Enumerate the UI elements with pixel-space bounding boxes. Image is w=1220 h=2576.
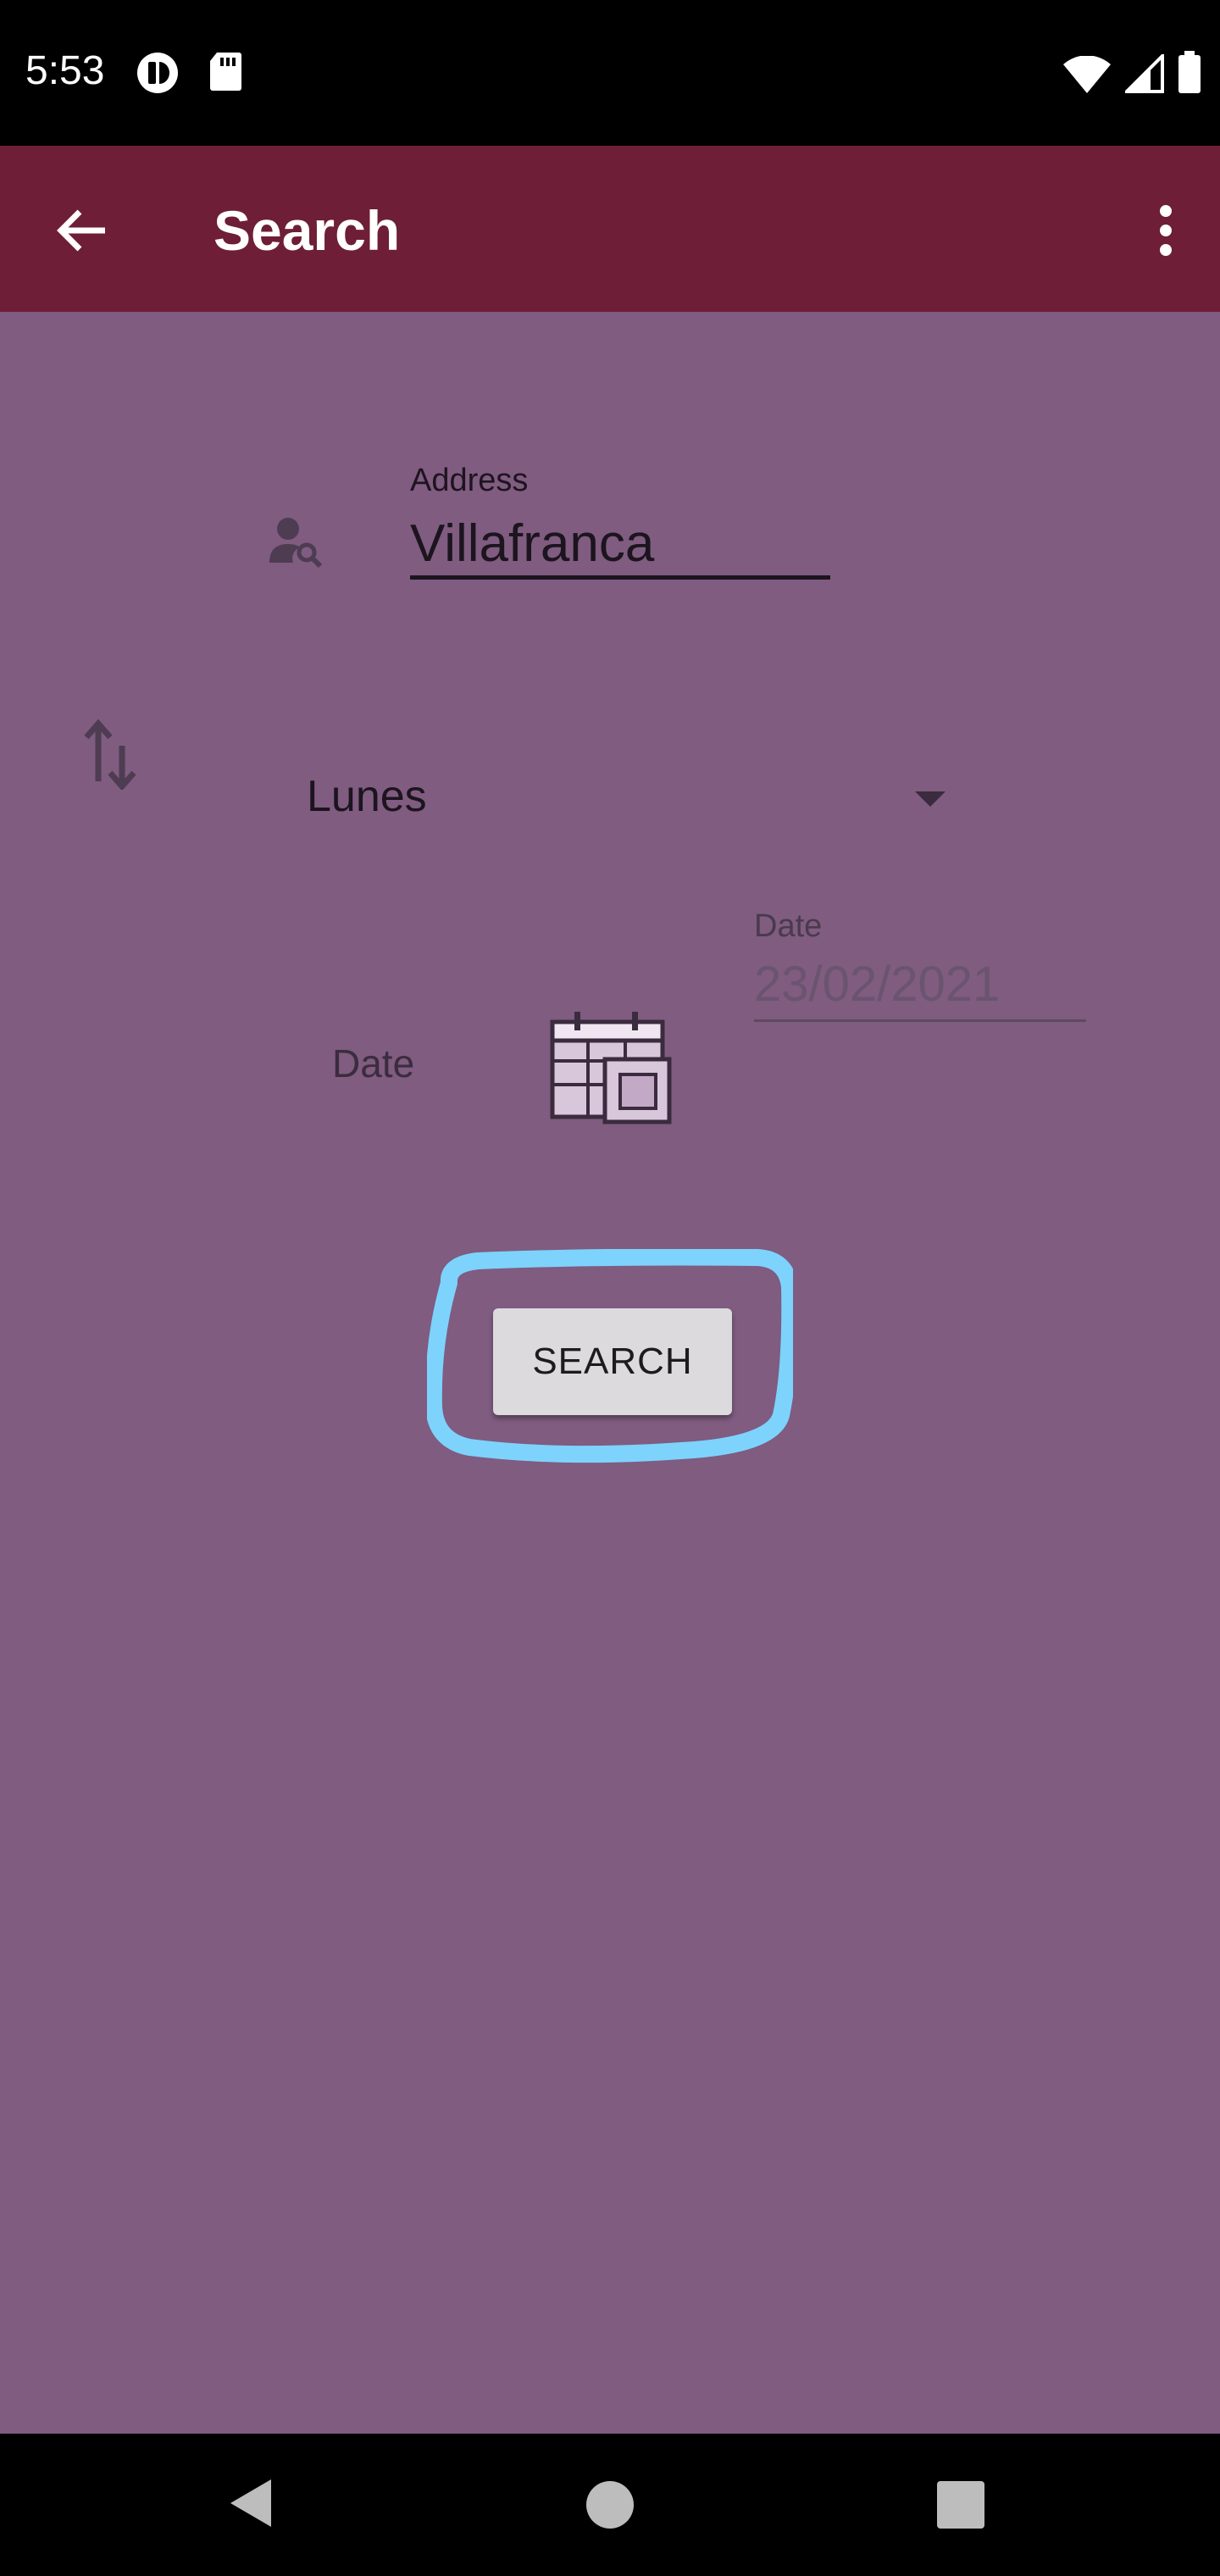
search-button-area: SEARCH [427, 1249, 793, 1464]
nav-home-icon[interactable] [586, 2481, 634, 2529]
status-right-icons [1062, 51, 1201, 97]
battery-icon [1178, 51, 1201, 97]
nav-recents-icon[interactable] [937, 2481, 984, 2529]
date-label: Date [332, 1041, 415, 1085]
cell-signal-icon [1123, 52, 1164, 97]
date-field-label: Date [754, 908, 823, 944]
calendar-icon[interactable] [549, 1010, 673, 1130]
person-search-icon [268, 515, 324, 572]
day-select-value: Lunes [307, 772, 427, 821]
app-bar: Search [0, 146, 1220, 312]
page-title: Search [214, 199, 401, 262]
system-nav-bar [0, 2434, 1220, 2576]
notification-app-icon [136, 51, 180, 99]
overflow-menu-button[interactable] [1145, 197, 1186, 264]
date-field[interactable]: 23/02/2021 [754, 952, 1086, 1022]
sd-card-icon [208, 51, 242, 99]
overflow-menu-icon [1160, 205, 1172, 217]
wifi-icon [1062, 55, 1112, 97]
address-input[interactable]: Villafranca [410, 508, 830, 580]
chevron-down-icon [915, 791, 946, 807]
address-label: Address [410, 463, 529, 498]
search-form: Address Villafranca Lunes Date 23/02/202… [0, 312, 1220, 2434]
swap-vertical-icon[interactable] [81, 713, 139, 794]
nav-back-icon[interactable] [227, 2476, 274, 2534]
day-select[interactable]: Lunes [288, 752, 949, 837]
status-left-icons [136, 51, 242, 99]
status-bar: 5:53 [0, 0, 1220, 146]
search-button[interactable]: SEARCH [493, 1308, 732, 1415]
back-button[interactable] [47, 197, 115, 264]
status-time: 5:53 [25, 48, 105, 93]
back-arrow-icon [57, 209, 105, 252]
